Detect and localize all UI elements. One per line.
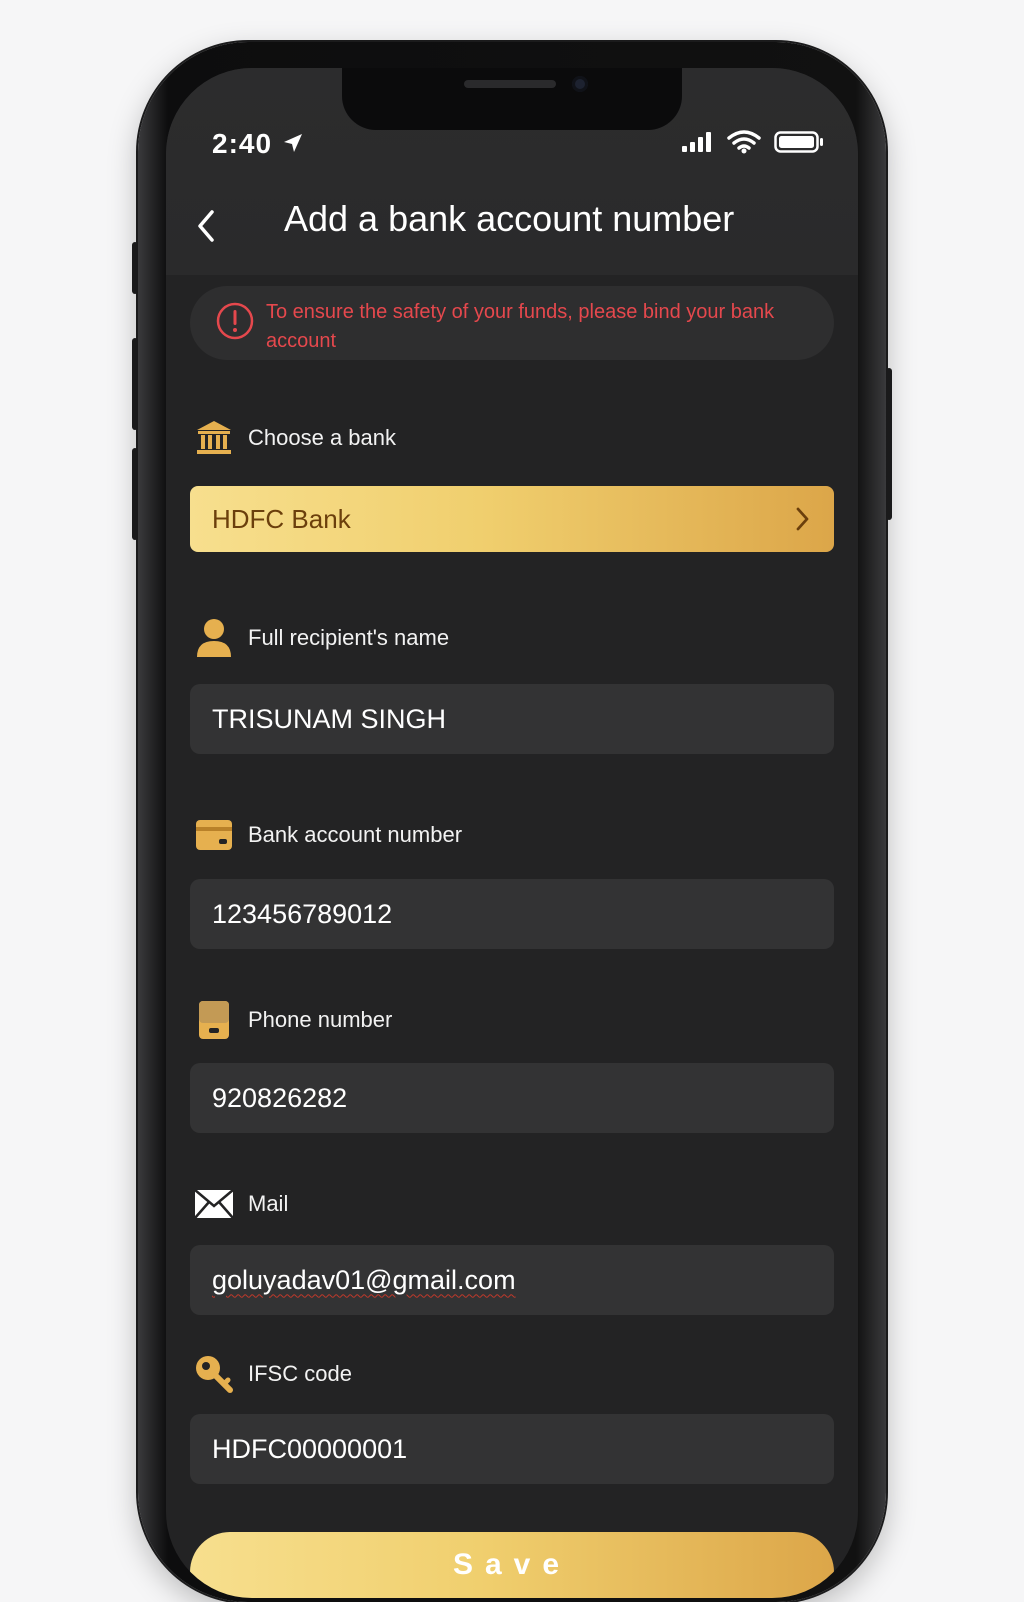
- safety-alert: To ensure the safety of your funds, plea…: [190, 286, 834, 360]
- name-label-row: Full recipient's name: [194, 618, 449, 658]
- bank-select[interactable]: HDFC Bank: [190, 486, 834, 552]
- account-number-value: 123456789012: [212, 898, 393, 929]
- signal-icon: [681, 132, 711, 152]
- key-icon: [194, 1354, 234, 1394]
- phone-frame: 2:40 Add a bank account number To ensure…: [132, 42, 892, 1602]
- ifsc-value: HDFC00000001: [212, 1433, 408, 1464]
- mail-label: Mail: [248, 1191, 289, 1216]
- notch: [342, 68, 682, 130]
- speaker-grille: [464, 80, 556, 88]
- phone-icon: [194, 1000, 234, 1040]
- battery-icon: [774, 131, 823, 153]
- status-time: 2:40: [212, 128, 273, 159]
- power-button: [886, 368, 892, 520]
- chevron-left-icon[interactable]: [192, 206, 222, 246]
- user-icon: [194, 618, 234, 658]
- app-screen: 2:40 Add a bank account number To ensure…: [166, 68, 858, 1598]
- page-title: Add a bank account number: [284, 198, 735, 239]
- wifi-icon: [727, 130, 761, 154]
- front-camera: [572, 76, 588, 92]
- chevron-right-icon: [796, 507, 809, 531]
- save-button[interactable]: Save: [190, 1532, 834, 1598]
- ifsc-label-row: IFSC code: [194, 1354, 352, 1394]
- bank-label: Choose a bank: [248, 425, 396, 450]
- account-label-row: Bank account number: [194, 815, 462, 855]
- email-input[interactable]: goluyadav01@gmail.com: [190, 1245, 834, 1315]
- name-label: Full recipient's name: [248, 625, 450, 650]
- phone-label-row: Phone number: [194, 1000, 392, 1040]
- phone-label: Phone number: [248, 1007, 393, 1032]
- mute-switch: [132, 242, 138, 294]
- volume-down-button: [132, 448, 138, 540]
- volume-up-button: [132, 338, 138, 430]
- bank-icon: [194, 418, 234, 458]
- alert-text: To ensure the safety of your funds, plea…: [266, 301, 775, 352]
- account-label: Bank account number: [248, 822, 463, 847]
- phone-number-input[interactable]: 920826282: [190, 1063, 834, 1133]
- exclamation-circle-icon: [216, 302, 254, 340]
- location-arrow-icon: [284, 134, 302, 152]
- recipient-name-input[interactable]: TRISUNAM SINGH: [190, 684, 834, 754]
- envelope-icon: [194, 1184, 234, 1224]
- email-value: goluyadav01@gmail.com: [212, 1264, 516, 1295]
- ifsc-label: IFSC code: [248, 1361, 352, 1386]
- account-number-input[interactable]: 123456789012: [190, 879, 834, 949]
- save-button-label: Save: [452, 1548, 572, 1581]
- status-icons: [680, 130, 824, 154]
- recipient-name-value: TRISUNAM SINGH: [212, 703, 447, 734]
- mail-label-row: Mail: [194, 1184, 288, 1224]
- card-icon: [194, 815, 234, 855]
- phone-number-value: 920826282: [212, 1082, 348, 1113]
- bank-select-value: HDFC Bank: [212, 503, 351, 534]
- bank-label-row: Choose a bank: [194, 418, 396, 458]
- ifsc-input[interactable]: HDFC00000001: [190, 1414, 834, 1484]
